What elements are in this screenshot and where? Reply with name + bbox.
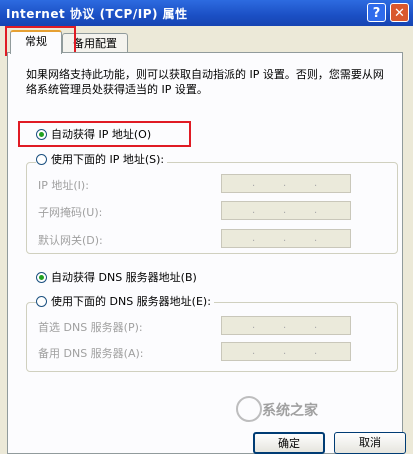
description-text: 如果网络支持此功能，则可以获取自动指派的 IP 设置。否则，您需要从网络系统管理… xyxy=(26,68,384,96)
auto-ip-highlight-box xyxy=(18,121,191,147)
auto-dns-label: 自动获得 DNS 服务器地址(B) xyxy=(51,271,197,284)
preferred-dns-input[interactable]: ... xyxy=(221,316,351,335)
title-bar: Internet 协议 (TCP/IP) 属性 ? ✕ xyxy=(0,0,413,26)
ip-address-input[interactable]: ... xyxy=(221,174,351,193)
tab-general[interactable]: 常规 xyxy=(10,30,62,54)
dns-group xyxy=(26,302,398,372)
subnet-mask-label: 子网掩码(U): xyxy=(38,206,103,219)
watermark-logo-icon xyxy=(236,396,262,422)
default-gateway-label: 默认网关(D): xyxy=(38,234,103,247)
close-icon: ✕ xyxy=(394,6,405,21)
help-button[interactable]: ? xyxy=(367,3,386,22)
manual-dns-radio[interactable] xyxy=(36,295,47,307)
default-gateway-input[interactable]: ... xyxy=(221,229,351,248)
manual-ip-option[interactable]: 使用下面的 IP 地址(S): xyxy=(36,152,168,168)
alternate-dns-label: 备用 DNS 服务器(A): xyxy=(38,347,144,360)
subnet-mask-input[interactable]: ... xyxy=(221,201,351,220)
manual-dns-option[interactable]: 使用下面的 DNS 服务器地址(E): xyxy=(36,294,214,310)
watermark-text: 系统之家 xyxy=(262,403,318,419)
cancel-button[interactable]: 取消 xyxy=(334,432,406,454)
close-button[interactable]: ✕ xyxy=(390,3,409,22)
help-icon: ? xyxy=(372,6,381,21)
ip-address-label: IP 地址(I): xyxy=(38,179,89,192)
manual-ip-radio[interactable] xyxy=(36,153,47,165)
manual-ip-label: 使用下面的 IP 地址(S): xyxy=(51,153,165,166)
manual-dns-label: 使用下面的 DNS 服务器地址(E): xyxy=(51,295,211,308)
auto-dns-radio[interactable] xyxy=(36,271,47,283)
ok-button[interactable]: 确定 xyxy=(253,432,325,454)
auto-dns-option[interactable]: 自动获得 DNS 服务器地址(B) xyxy=(36,270,197,286)
alternate-dns-input[interactable]: ... xyxy=(221,342,351,361)
window-title: Internet 协议 (TCP/IP) 属性 xyxy=(6,7,188,21)
preferred-dns-label: 首选 DNS 服务器(P): xyxy=(38,321,143,334)
